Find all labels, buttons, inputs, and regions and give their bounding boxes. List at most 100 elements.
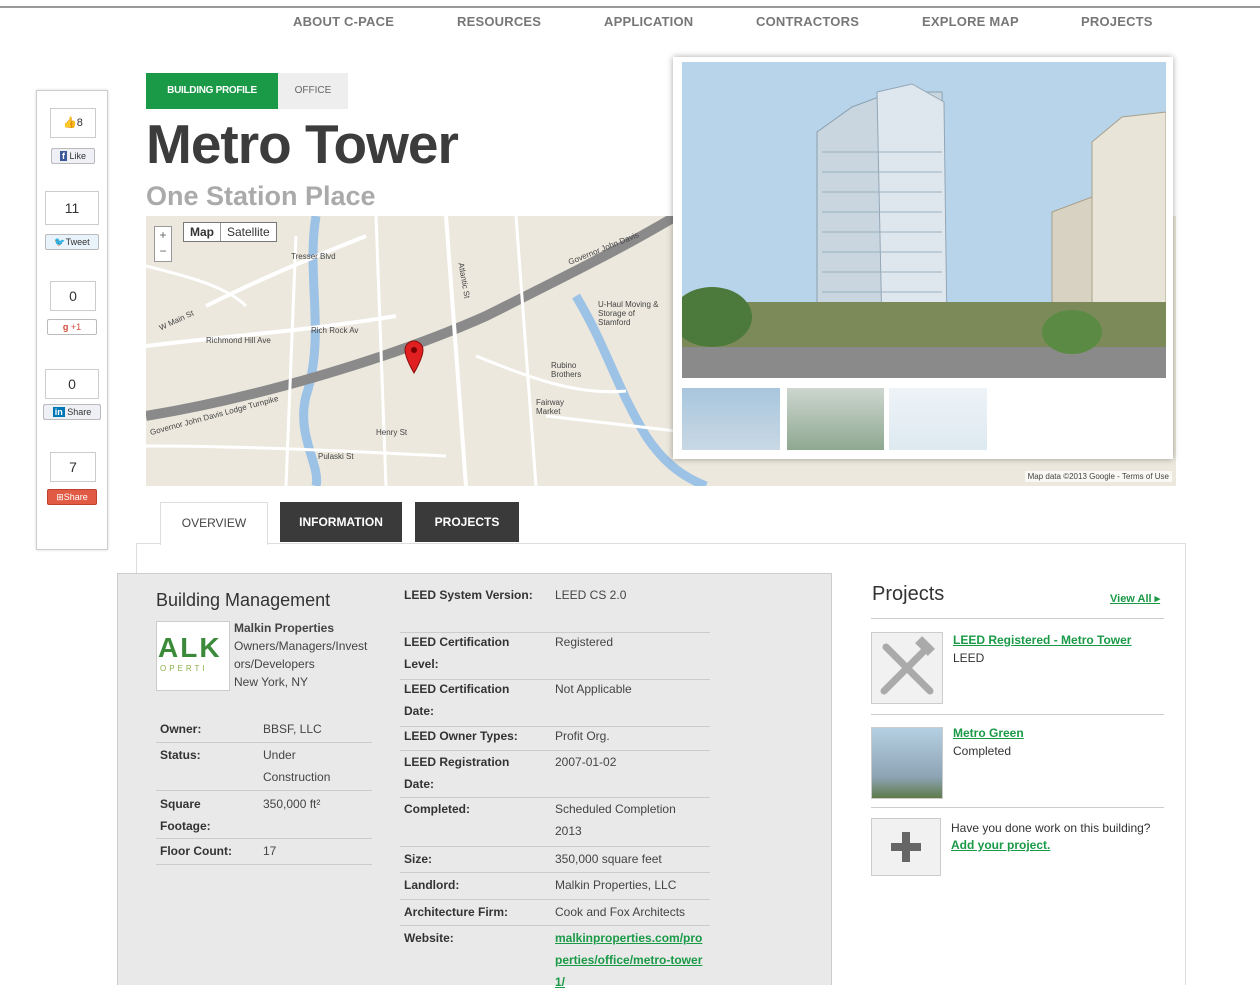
- project-thumbnail-1[interactable]: [871, 632, 943, 704]
- info-landlord-value: Malkin Properties, LLC: [555, 878, 677, 892]
- logo-text: ALK: [158, 632, 222, 663]
- detail-sqft-label: Square Footage:: [160, 797, 211, 833]
- hammer-wrench-icon: [880, 636, 935, 695]
- main-nav: ABOUT C-PACE RESOURCES APPLICATION CONTR…: [0, 14, 1260, 34]
- linkedin-share-button[interactable]: in Share: [43, 404, 101, 420]
- detail-status-label: Status:: [160, 748, 201, 762]
- divider: [156, 864, 372, 865]
- google-plus-button[interactable]: g +1: [47, 319, 97, 335]
- project-sub-2: Completed: [953, 744, 1012, 758]
- addthis-share-button[interactable]: ⊞Share: [47, 489, 97, 505]
- twitter-icon: 🐦: [54, 237, 66, 247]
- divider: [400, 899, 710, 900]
- divider: [871, 714, 1164, 715]
- view-all-link[interactable]: View All ▸: [1110, 592, 1160, 605]
- map-type-map[interactable]: Map: [184, 223, 221, 241]
- tab-overview[interactable]: OVERVIEW: [160, 502, 268, 545]
- photo-thumbnail-1[interactable]: [682, 388, 780, 450]
- zoom-in-button[interactable]: +: [155, 227, 171, 243]
- plus-icon: ⊞: [56, 492, 64, 502]
- plus-icon: [891, 832, 921, 862]
- facebook-like-button[interactable]: f Like: [51, 148, 95, 164]
- divider: [156, 838, 372, 839]
- social-share-bar: 👍8 f Like 11 🐦Tweet 0 g +1 0 in Share 7 …: [36, 90, 108, 550]
- google-plus-count: 0: [50, 281, 96, 311]
- page-subtitle: One Station Place: [146, 181, 376, 211]
- share-count: 7: [50, 452, 96, 482]
- top-divider: [0, 6, 1260, 8]
- project-link-2[interactable]: Metro Green: [953, 725, 1024, 742]
- map-label: Fairway Market: [536, 398, 565, 416]
- facebook-count: 👍8: [50, 108, 96, 138]
- map-label: Richmond Hill Ave: [206, 336, 271, 345]
- info-website-label: Website:: [404, 931, 454, 945]
- detail-floors-label: Floor Count:: [160, 844, 232, 858]
- info-completed-value: Scheduled Completion 2013: [555, 802, 676, 838]
- divider: [156, 742, 372, 743]
- info-architect-label: Architecture Firm:: [404, 905, 509, 919]
- info-architect-value: Cook and Fox Architects: [555, 905, 686, 919]
- map-label: U-Haul Moving & Storage of Stamford: [598, 300, 659, 327]
- nav-contractors[interactable]: CONTRACTORS: [756, 14, 859, 29]
- nav-explore-map[interactable]: EXPLORE MAP: [922, 14, 1019, 29]
- info-owner-types-value: Profit Org.: [555, 729, 610, 743]
- photo-thumbnail-3[interactable]: [889, 388, 987, 450]
- nav-application[interactable]: APPLICATION: [604, 14, 693, 29]
- info-size-value: 350,000 square feet: [555, 852, 662, 866]
- nav-about[interactable]: ABOUT C-PACE: [293, 14, 394, 29]
- divider: [871, 618, 1164, 619]
- divider: [400, 925, 710, 926]
- info-completed-label: Completed:: [404, 802, 470, 816]
- detail-sqft-value: 350,000 ft²: [263, 797, 321, 811]
- info-website-link[interactable]: malkinproperties.com/properties/office/m…: [555, 927, 707, 993]
- linkedin-count: 0: [45, 369, 99, 399]
- photo-thumbnail-2[interactable]: [787, 388, 884, 450]
- management-title: Building Management: [156, 590, 331, 610]
- page-title: Metro Tower: [146, 113, 459, 175]
- divider: [400, 872, 710, 873]
- manager-role: Owners/Managers/Investors/Developers: [234, 639, 368, 671]
- add-project-button[interactable]: [871, 818, 941, 876]
- add-project-link[interactable]: Add your project.: [951, 837, 1050, 854]
- map-type-satellite[interactable]: Satellite: [221, 223, 276, 241]
- project-thumbnail-2[interactable]: [871, 727, 943, 799]
- tab-projects[interactable]: PROJECTS: [415, 502, 519, 542]
- manager-info: Malkin Properties Owners/Managers/Invest…: [234, 619, 374, 691]
- divider: [871, 807, 1164, 808]
- zoom-out-button[interactable]: −: [155, 243, 171, 259]
- map-label: Pulaski St: [318, 452, 354, 461]
- map-type-control: Map Satellite: [183, 222, 277, 242]
- tweet-count: 11: [45, 191, 99, 225]
- divider: [400, 846, 710, 847]
- detail-floors-value: 17: [263, 844, 277, 858]
- tab-information[interactable]: INFORMATION: [280, 502, 402, 542]
- projects-title: Projects: [872, 583, 945, 605]
- info-leed-system-value: LEED CS 2.0: [555, 588, 627, 602]
- project-sub-1: LEED: [953, 651, 985, 665]
- info-leed-level-label: LEED Certification Level:: [404, 635, 510, 671]
- nav-resources[interactable]: RESOURCES: [457, 14, 541, 29]
- divider: [156, 790, 372, 791]
- building-illustration: [682, 62, 1166, 378]
- google-plus-icon: g: [62, 322, 69, 332]
- map-zoom-control: + −: [154, 226, 172, 262]
- map-label: Rich Rock Av: [311, 326, 359, 335]
- nav-projects[interactable]: PROJECTS: [1081, 14, 1153, 29]
- main-building-photo[interactable]: [682, 62, 1166, 378]
- detail-status-value: Under Construction: [263, 748, 331, 784]
- info-leed-date-value: Not Applicable: [555, 682, 632, 696]
- add-project-question: Have you done work on this building?: [951, 821, 1151, 835]
- info-registration-value: 2007-01-02: [555, 755, 617, 769]
- tab-building-profile[interactable]: BUILDING PROFILE: [146, 73, 278, 109]
- info-owner-types-label: LEED Owner Types:: [404, 729, 518, 743]
- company-logo[interactable]: ALK OPERTI: [156, 621, 230, 691]
- facebook-icon: f: [59, 151, 67, 161]
- detail-owner-value: BBSF, LLC: [263, 722, 322, 736]
- map-marker-icon[interactable]: [404, 340, 424, 374]
- tweet-button[interactable]: 🐦Tweet: [45, 234, 99, 250]
- tab-office[interactable]: OFFICE: [278, 73, 348, 109]
- project-link-1[interactable]: LEED Registered - Metro Tower: [953, 632, 1131, 649]
- manager-location: New York, NY: [234, 675, 309, 689]
- linkedin-icon: in: [52, 407, 65, 417]
- manager-name: Malkin Properties: [234, 621, 335, 635]
